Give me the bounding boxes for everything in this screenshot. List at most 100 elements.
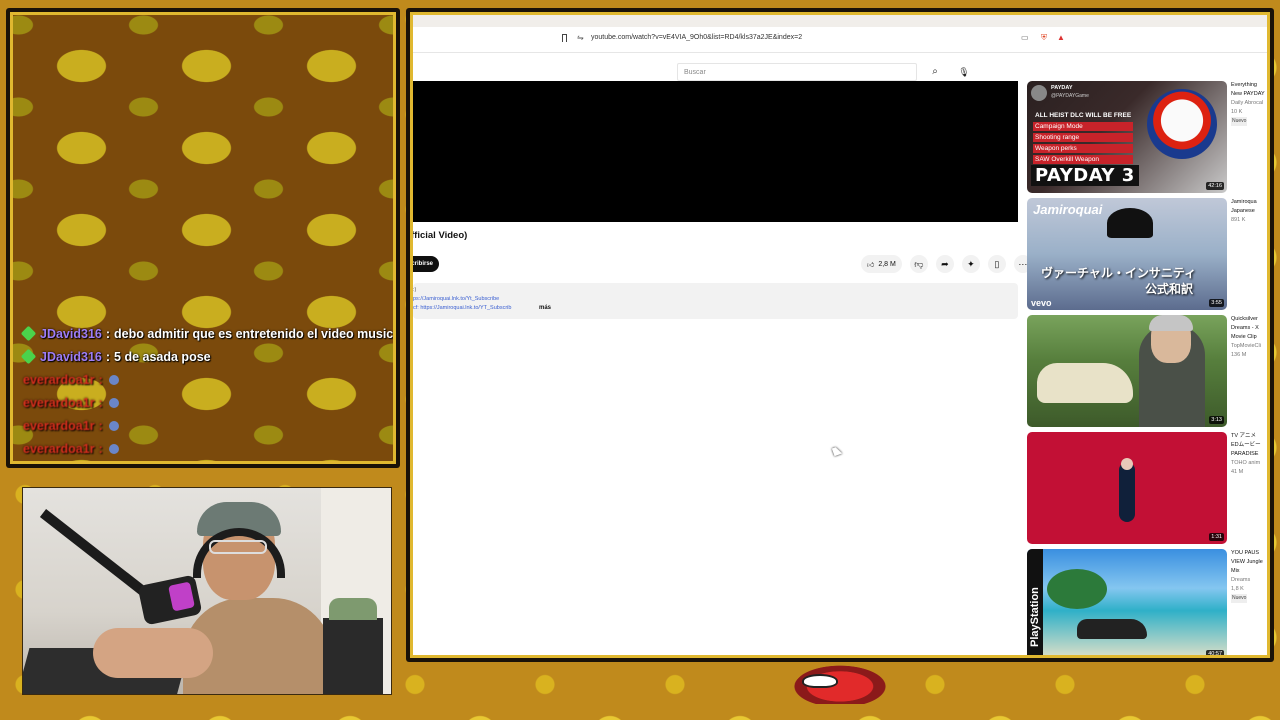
streamer-hands [93,628,213,678]
extension-triangle-icon[interactable]: ▲ [1057,33,1065,42]
person-hair [1149,315,1193,331]
bookmark-icon: ▯ [994,259,1000,269]
subscriber-badge-icon [20,348,37,365]
thumb-feature: Campaign Mode [1033,122,1134,131]
browser-capture: ⇋ youtube.com/watch?v=vE4VIA_9Oh0&list=R… [406,8,1274,662]
save-button[interactable]: ▯ [987,255,1006,273]
share-button[interactable]: ➦ [935,255,954,273]
video-thumbnail[interactable]: PlayStation 40:57 [1027,549,1227,657]
mouse-cursor-icon [831,445,843,457]
browser-tab-strip [413,15,1267,27]
chat-separator: : [98,441,103,456]
thumb-logo: PAYDAY 3 [1031,165,1139,186]
view-count: 41 M [1231,469,1244,475]
view-count: 136 M [1231,352,1247,358]
video-title[interactable]: Jamiroqua Japanese [1231,198,1265,216]
video-title[interactable]: YOU PAUS VIEW Jungle Mix [1231,549,1265,576]
video-thumbnail[interactable]: 3:13 [1027,315,1227,427]
url-text[interactable]: youtube.com/watch?v=vE4VIA_9Oh0&list=RD4… [591,34,802,41]
sparkle-icon: ✦ [967,259,975,269]
search-input[interactable]: Buscar [677,63,917,81]
new-badge: Nuevo [1231,594,1248,603]
thumb-caption: 公式和訳 [1145,282,1194,296]
video-title[interactable]: Everything New PAYDAY [1231,81,1265,99]
subscriber-badge-icon [20,325,37,342]
chat-message-list: JDavid316: debo admitir que es entreteni… [20,325,393,457]
video-duration: 40:57 [1206,650,1224,657]
car-image [1037,363,1133,403]
channel-name[interactable]: TopMovieCli [1231,342,1265,351]
chat-message: JDavid316: debo admitir que es entreteni… [20,325,393,342]
channel-avatar [1031,85,1047,101]
chat-username: JDavid316 [40,326,102,341]
description-link[interactable]: ps://Jamiroquai.lnk.to/Yt_Subscribe [413,296,499,302]
video-thumbnail[interactable]: PAYDAY @PAYDAYGame ALL HEIST DLC WILL BE… [1027,81,1227,193]
thumb-caption: ヴァーチャル・インサニティ [1041,266,1197,280]
video-thumbnail[interactable]: Jamiroquai ヴァーチャル・インサニティ 公式和訳 vevo 3:55 [1027,198,1227,310]
chat-emote-icon [108,420,119,431]
chat-text: 5 de asada pose [114,349,211,364]
like-count: 2,8 M [878,260,896,268]
more-icon: ⋯ [1018,259,1028,269]
thumb-feature: SAW Overkill Weapon [1033,155,1134,164]
video-meta: Everything New PAYDAY Daily Abrocal 10 K… [1231,81,1265,126]
video-thumbnail[interactable]: 1:31 [1027,432,1227,544]
chat-username: everardoa1r [23,372,95,387]
view-count: 1,8 K [1231,586,1244,592]
chat-separator: : [105,349,111,364]
bookmark-icon[interactable] [562,34,567,42]
microphone-icon [137,574,203,626]
chat-emote-icon [108,397,119,408]
chat-separator: : [98,418,103,433]
video-title[interactable]: TV アニメ EDムービー PARADISE [1231,432,1265,459]
chat-message: JDavid316: 5 de asada pose [20,348,387,365]
video-meta: Jamiroqua Japanese 891 K [1231,198,1265,225]
webcam-feed [22,487,392,695]
video-actions: 👍︎ 2,8 M 👎︎ ➦ ✦ ▯ ⋯ [861,255,1032,273]
chat-message: everardoa1r: [23,417,387,434]
channel-name[interactable]: Dreams [1231,576,1265,585]
video-meta: Quicksilver Dreams - X Movie Clip TopMov… [1231,315,1265,360]
chat-emote-icon [108,374,119,385]
view-count: 891 K [1231,217,1246,223]
video-player[interactable] [413,81,1018,222]
recommendation-item[interactable]: Jamiroquai ヴァーチャル・インサニティ 公式和訳 vevo 3:55 … [1027,198,1267,310]
cast-icon[interactable]: ▭ [1021,33,1029,42]
channel-name[interactable]: TOHO anim [1231,459,1265,468]
chat-separator: : [98,372,103,387]
address-bar[interactable]: ⇋ youtube.com/watch?v=vE4VIA_9Oh0&list=R… [413,27,1267,53]
video-description[interactable]: :) ps://Jamiroquai.lnk.to/Yt_Subscribe c… [413,283,1018,319]
vevo-logo: vevo [1031,298,1052,308]
chat-background: JDavid316: debo admitir que es entreteni… [10,12,396,464]
chat-text: debo admitir que es entretenido el video… [114,326,396,341]
extension-shield-icon[interactable]: ⛨ [1041,33,1047,43]
video-title: fficial Video) [411,230,468,241]
recommendation-item[interactable]: 1:31 TV アニメ EDムービー PARADISE TOHO anim 41… [1027,432,1267,544]
thumbs-up-icon: 👍︎ [867,261,875,269]
browser-window: ⇋ youtube.com/watch?v=vE4VIA_9Oh0&list=R… [410,12,1270,658]
view-count: 10 K [1231,109,1243,115]
playstation-logo: PlayStation [1029,587,1041,647]
channel-name[interactable]: Daily Abrocal [1231,99,1265,108]
description-line: :) [413,287,417,293]
video-duration: 1:31 [1209,533,1224,541]
search-icon[interactable]: ⌕ [925,65,945,79]
ask-button[interactable]: ✦ [961,255,980,273]
thumbs-down-icon: 👎︎ [914,259,924,269]
description-link[interactable]: cf: https://Jamiroquai.lnk.to/YT_Subscri… [413,305,511,311]
video-title[interactable]: Quicksilver Dreams - X Movie Clip [1231,315,1265,342]
voice-search-icon[interactable]: 🎙︎ [957,65,971,79]
recommendation-item[interactable]: PlayStation 40:57 YOU PAUS VIEW Jungle M… [1027,549,1267,657]
video-meta: YOU PAUS VIEW Jungle Mix Dreams 1,8 K Nu… [1231,549,1265,603]
like-button[interactable]: 👍︎ 2,8 M [861,255,902,273]
chat-message: everardoa1r: [23,371,387,388]
subscribe-button[interactable]: cribirse [413,256,439,272]
show-more-link[interactable]: más [539,305,551,311]
dislike-button[interactable]: 👎︎ [909,255,928,273]
car-image [1077,619,1147,639]
recommendation-item[interactable]: PAYDAY @PAYDAYGame ALL HEIST DLC WILL BE… [1027,81,1267,193]
thumb-feature-list: ALL HEIST DLC WILL BE FREE Campaign Mode… [1033,111,1134,166]
mascot-mouth-icon [802,674,838,688]
recommendation-item[interactable]: 3:13 Quicksilver Dreams - X Movie Clip T… [1027,315,1267,427]
site-info-icon[interactable]: ⇋ [577,33,584,42]
